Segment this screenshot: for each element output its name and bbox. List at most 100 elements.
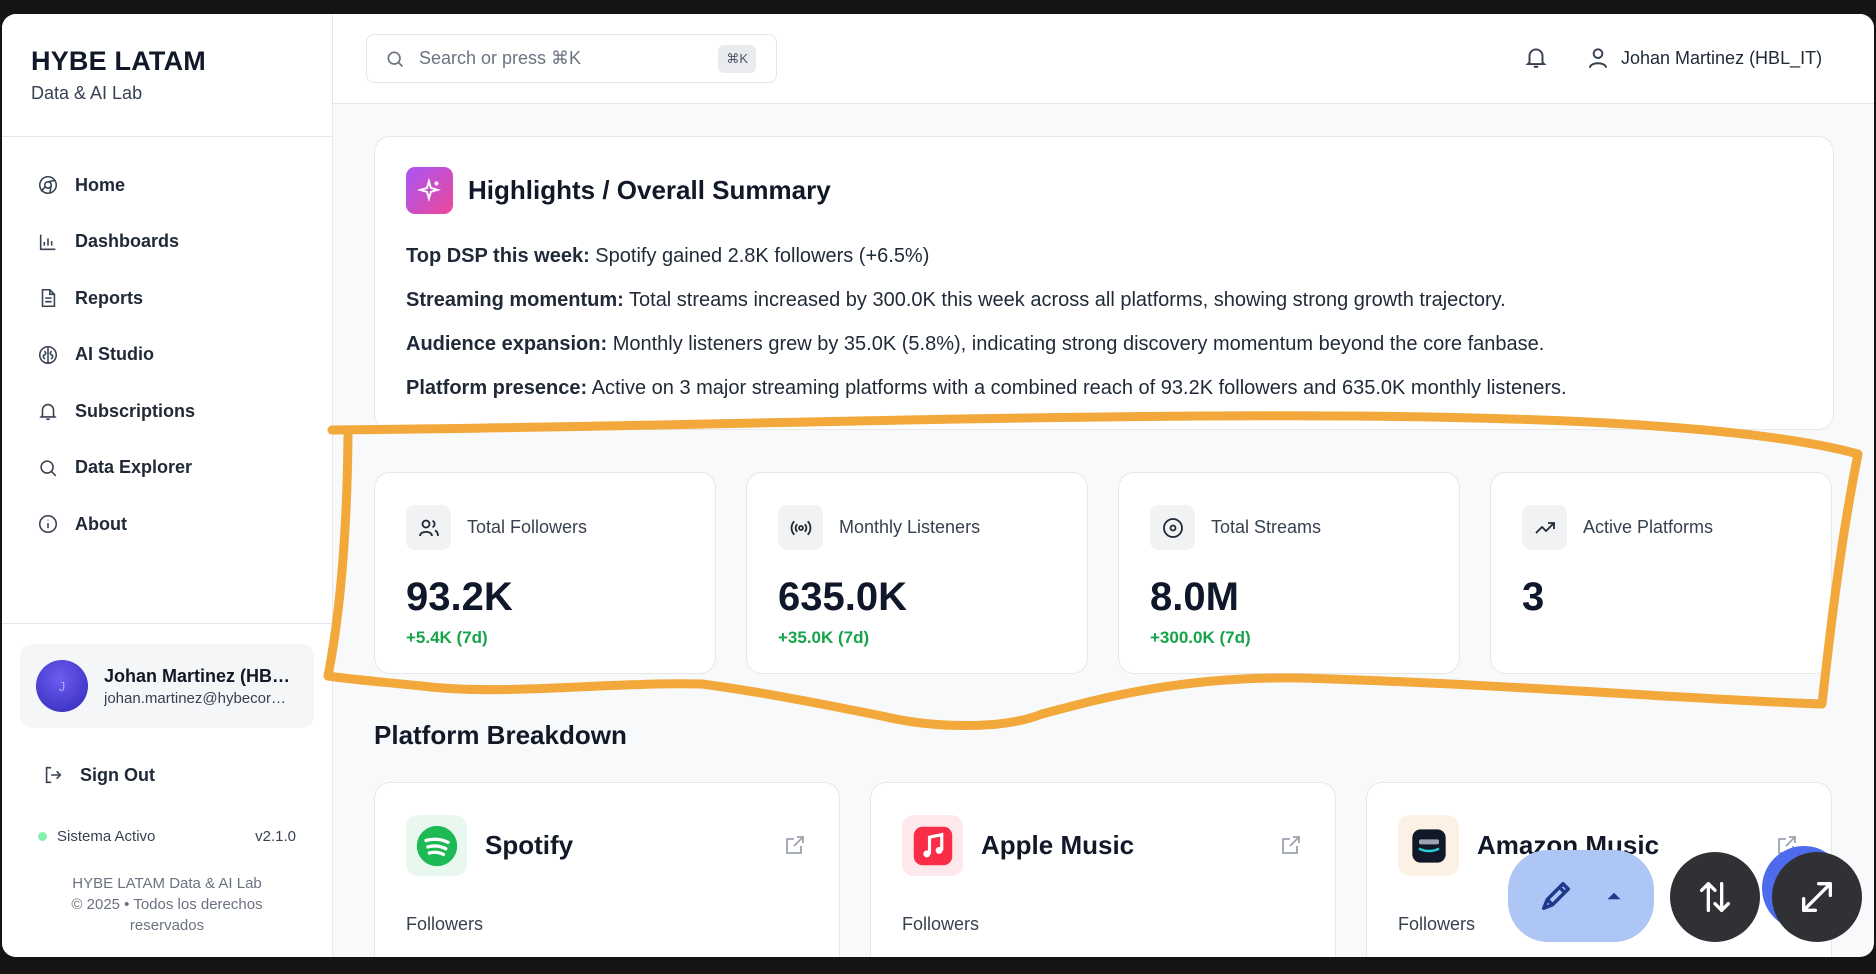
user-menu-button[interactable]: Johan Martinez (HBL_IT) — [1585, 45, 1822, 71]
apple-music-icon — [902, 815, 963, 876]
stat-label: Total Followers — [467, 517, 588, 537]
main-content: Search or press ⌘K ⌘K Johan Martinez (HB… — [333, 14, 1874, 957]
amazon-music-icon — [1398, 815, 1459, 876]
system-status: Sistema Activo — [38, 828, 155, 845]
stat-header: Active Platforms — [1522, 505, 1831, 550]
user-info: Johan Martinez (HBL_IT) johan.martinez@h… — [104, 666, 294, 707]
sidebar-item-home[interactable]: Home — [2, 157, 332, 214]
sidebar-item-dashboards[interactable]: Dashboards — [2, 214, 332, 271]
info-icon — [38, 515, 58, 534]
notifications-button[interactable] — [1523, 44, 1549, 70]
user-icon — [1588, 48, 1608, 69]
user-card[interactable]: J Johan Martinez (HBL_IT) johan.martinez… — [20, 644, 314, 728]
highlight-item: Platform presence: Active on 3 major str… — [406, 366, 1833, 410]
stat-change: +300.0K (7d) — [1150, 628, 1251, 647]
highlight-label: Streaming momentum: — [406, 289, 624, 311]
stat-change: +5.4K (7d) — [406, 628, 488, 647]
footer-line-1: HYBE LATAM Data & AI Lab — [72, 875, 262, 892]
stat-value: 93.2K — [406, 575, 513, 619]
stat-change: +35.0K (7d) — [778, 628, 870, 647]
logout-icon — [45, 766, 62, 784]
highlights-title: Highlights / Overall Summary — [468, 175, 831, 205]
highlight-label: Platform presence: — [406, 377, 588, 399]
stat-value: 3 — [1522, 575, 1545, 619]
avatar: J — [36, 660, 88, 712]
sidebar-item-subscriptions[interactable]: Subscriptions — [2, 383, 332, 440]
search-input[interactable]: Search or press ⌘K ⌘K — [366, 34, 777, 83]
stat-card-total-streams: Total Streams 8.0M +300.0K (7d) — [1118, 472, 1460, 674]
app-window: HYBE LATAM Data & AI Lab Home Dashboards… — [2, 14, 1874, 957]
platform-metric-label: Followers — [406, 914, 484, 934]
search-icon — [387, 51, 404, 67]
platform-header: Apple Music — [902, 815, 1335, 876]
stat-card-monthly-listeners: Monthly Listeners 635.0K +35.0K (7d) — [746, 472, 1088, 674]
sidebar-item-data-explorer[interactable]: Data Explorer — [2, 440, 332, 497]
highlight-text: Total streams increased by 300.0K this w… — [623, 289, 1506, 311]
stat-label: Monthly Listeners — [839, 517, 981, 537]
disc-icon — [1150, 505, 1195, 550]
platform-header: Spotify — [406, 815, 839, 876]
trending-up-icon — [1522, 505, 1567, 550]
users-icon — [406, 505, 451, 550]
highlight-text: Spotify gained 2.8K followers (+6.5%) — [589, 245, 930, 267]
highlights-header: Highlights / Overall Summary — [406, 167, 1833, 214]
sign-out-label: Sign Out — [80, 764, 155, 785]
spotify-icon — [406, 815, 467, 876]
platform-card-spotify: Spotify Followers — [374, 782, 840, 957]
stat-header: Monthly Listeners — [778, 505, 1087, 550]
bell-icon — [39, 404, 57, 421]
external-link-icon[interactable] — [1279, 833, 1303, 857]
highlights-list: Top DSP this week: Spotify gained 2.8K f… — [406, 234, 1833, 410]
sidebar-item-label: Dashboards — [75, 231, 180, 252]
stat-value: 635.0K — [778, 575, 907, 619]
sidebar-item-label: Data Explorer — [75, 457, 193, 478]
user-email: johan.martinez@hybecorp.com — [104, 689, 294, 707]
status-label: Sistema Activo — [57, 828, 156, 845]
status-dot — [38, 832, 47, 841]
highlight-item: Streaming momentum: Total streams increa… — [406, 278, 1833, 322]
highlight-item: Top DSP this week: Spotify gained 2.8K f… — [406, 234, 1833, 278]
swap-button[interactable] — [1670, 852, 1760, 942]
stat-header: Total Streams — [1150, 505, 1459, 550]
platform-card-apple-music: Apple Music Followers — [870, 782, 1336, 957]
version-label: v2.1.0 — [255, 828, 296, 845]
sidebar-item-label: AI Studio — [75, 344, 154, 365]
search-placeholder: Search or press ⌘K — [419, 48, 582, 68]
highlight-text: Active on 3 major streaming platforms wi… — [587, 377, 1567, 399]
sidebar-item-about[interactable]: About — [2, 496, 332, 553]
footer-line-2: © 2025 • Todos los derechos reservados — [71, 896, 263, 934]
highlight-label: Top DSP this week: — [406, 245, 590, 267]
sidebar-item-label: Subscriptions — [75, 400, 196, 421]
broadcast-icon — [778, 505, 823, 550]
expand-button[interactable] — [1772, 852, 1862, 942]
highlight-item: Audience expansion: Monthly listeners gr… — [406, 322, 1833, 366]
platform-metric-label: Followers — [902, 914, 980, 934]
sidebar-item-reports[interactable]: Reports — [2, 270, 332, 327]
highlight-text: Monthly listeners grew by 35.0K (5.8%), … — [607, 333, 1545, 355]
search-icon — [40, 460, 57, 477]
section-title: Platform Breakdown — [374, 720, 627, 750]
platform-name: Apple Music — [981, 830, 1135, 860]
shortcut-badge: ⌘K — [718, 45, 756, 73]
user-menu-label: Johan Martinez (HBL_IT) — [1621, 47, 1823, 68]
stat-label: Active Platforms — [1583, 517, 1714, 537]
sparkles-icon — [406, 167, 453, 214]
sidebar-item-ai-studio[interactable]: AI Studio — [2, 327, 332, 384]
footer-text: HYBE LATAM Data & AI Lab © 2025 • Todos … — [20, 873, 314, 936]
pen-icon — [1542, 882, 1570, 910]
caret-up-icon — [1607, 892, 1621, 900]
annotate-toggle-button[interactable] — [1508, 850, 1654, 942]
highlights-card: Highlights / Overall Summary Top DSP thi… — [374, 136, 1834, 430]
chart-icon — [39, 234, 56, 250]
stat-header: Total Followers — [406, 505, 715, 550]
status-row: Sistema Activo v2.1.0 — [20, 828, 314, 845]
expand-icon — [1802, 882, 1832, 912]
external-link-icon[interactable] — [783, 833, 807, 857]
topbar: Search or press ⌘K ⌘K Johan Martinez (HB… — [333, 14, 1874, 104]
sidebar-item-label: Reports — [75, 287, 144, 308]
sidebar-nav: Home Dashboards Reports AI Studio Subscr… — [2, 137, 332, 553]
sidebar-item-label: Home — [75, 174, 126, 195]
sign-out-button[interactable]: Sign Out — [20, 750, 314, 800]
stat-card-active-platforms: Active Platforms 3 — [1490, 472, 1832, 674]
platform-name: Spotify — [485, 830, 574, 860]
